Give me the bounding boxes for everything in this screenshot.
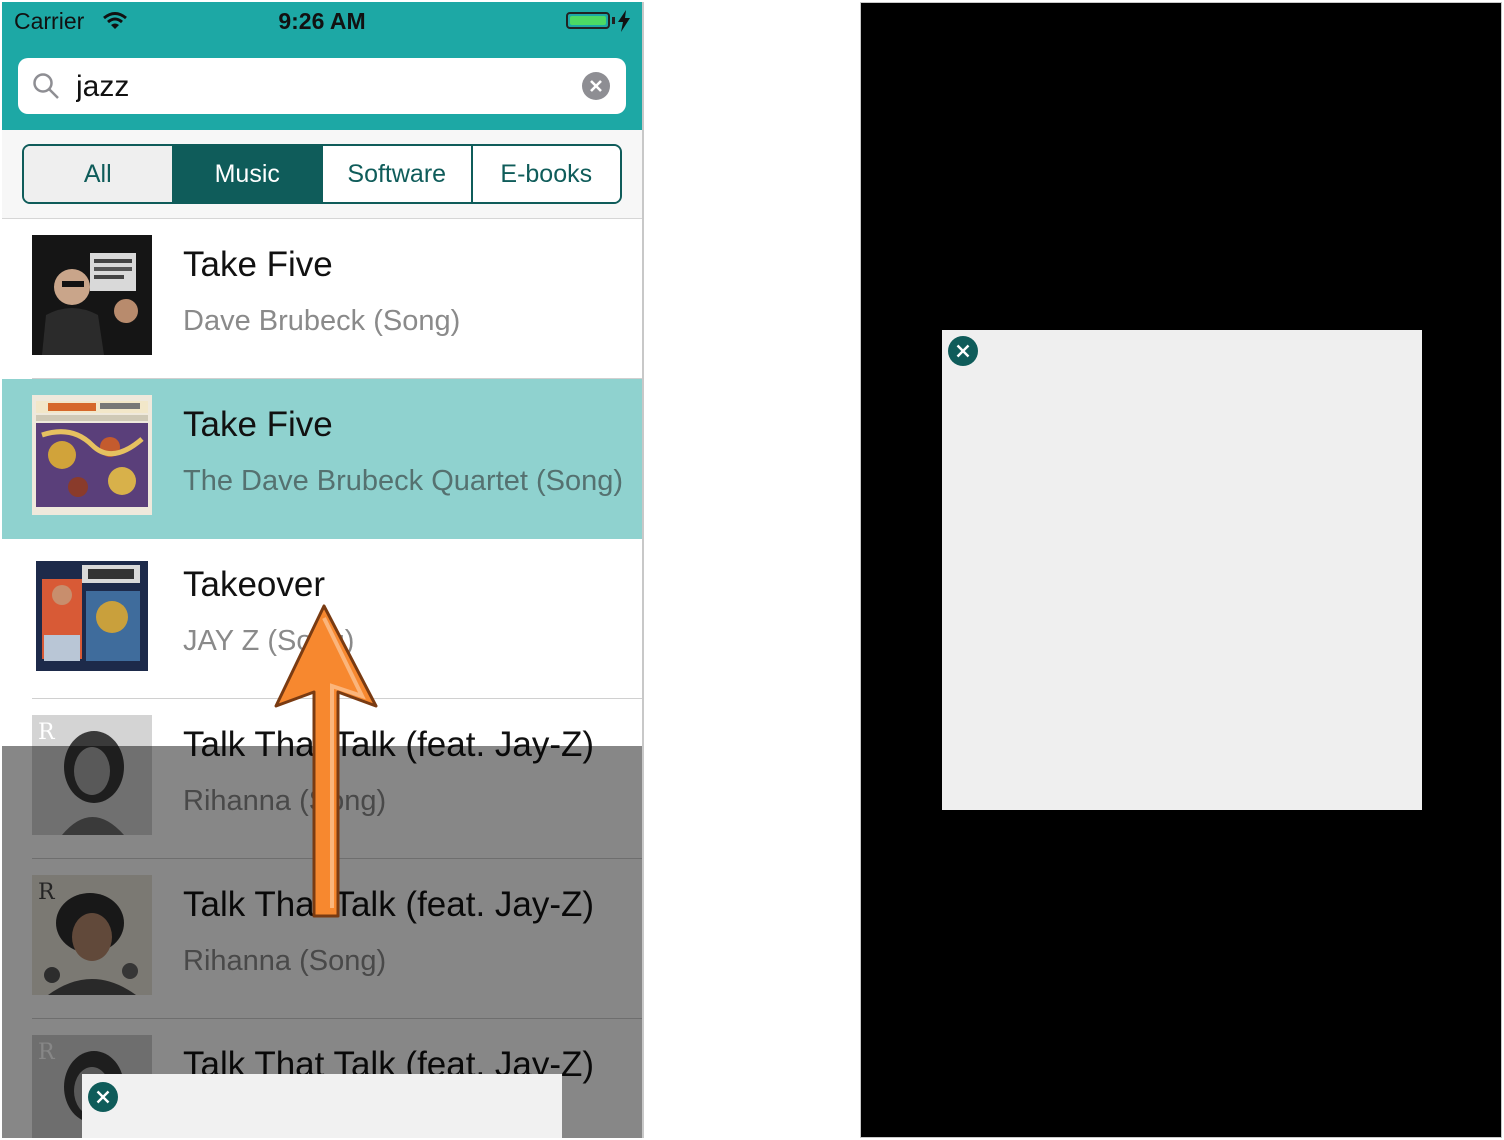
result-subtitle: Dave Brubeck (Song): [183, 305, 461, 337]
arrow-up-icon: [274, 604, 378, 918]
segment-ebooks[interactable]: E-books: [470, 146, 620, 202]
scope-bar: All Music Software E-books: [2, 130, 642, 219]
battery-icon: [566, 12, 610, 29]
segment-music[interactable]: Music: [171, 146, 321, 202]
result-row[interactable]: Take Five Dave Brubeck (Song): [2, 219, 642, 379]
result-subtitle: JAY Z (Song): [183, 625, 355, 657]
album-artwork: [36, 561, 148, 671]
charging-bolt-icon: [618, 10, 630, 38]
result-subtitle: The Dave Brubeck Quartet (Song): [183, 465, 624, 497]
svg-text:R: R: [38, 720, 56, 745]
close-icon[interactable]: [88, 1082, 118, 1112]
search-header: Carrier 9:26 AM: [2, 2, 642, 130]
detail-popup: [942, 330, 1422, 810]
status-bar: Carrier 9:26 AM: [2, 2, 642, 42]
battery-cap: [612, 17, 615, 24]
detail-screen: [860, 2, 1502, 1138]
segment-all[interactable]: All: [24, 146, 172, 202]
segment-software[interactable]: Software: [321, 146, 471, 202]
search-screen: Carrier 9:26 AM jazz All Music Software …: [2, 2, 644, 1138]
search-input[interactable]: [74, 66, 558, 108]
album-artwork: [32, 235, 152, 355]
clear-icon[interactable]: [582, 72, 610, 100]
close-icon[interactable]: [948, 336, 978, 366]
detail-popup-appearing: [82, 1074, 562, 1138]
result-title: Takeover: [183, 565, 326, 604]
result-title: Take Five: [183, 245, 333, 284]
result-row-selected[interactable]: Take Five The Dave Brubeck Quartet (Song…: [2, 379, 642, 539]
search-icon: [32, 72, 60, 105]
album-artwork: [32, 395, 152, 515]
status-time: 9:26 AM: [278, 8, 366, 34]
result-title: Take Five: [183, 405, 333, 444]
search-bar[interactable]: [18, 58, 626, 114]
segmented-control: All Music Software E-books: [22, 144, 622, 204]
